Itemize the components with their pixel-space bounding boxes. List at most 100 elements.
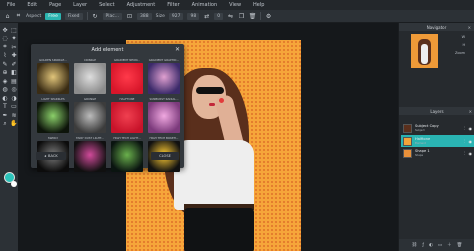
pencil-tool-icon[interactable]: ✐	[10, 60, 18, 69]
element-item[interactable]: GRADIENT GRAPHIC...	[147, 58, 181, 94]
layer-options-icon[interactable]: ⋮	[463, 151, 467, 155]
lollipop	[219, 98, 224, 103]
navigator-info: W H Zoom	[455, 35, 465, 55]
lasso-tool-icon[interactable]: ◌	[1, 35, 9, 44]
menu-help[interactable]: Help	[253, 0, 264, 10]
menu-edit[interactable]: Edit	[27, 0, 37, 10]
menu-page[interactable]: Page	[49, 0, 61, 10]
clone-tool-icon[interactable]: ⊕	[1, 69, 9, 78]
rotation-input[interactable]: 0	[214, 12, 224, 20]
navigator-thumbnail[interactable]	[411, 34, 438, 68]
layer-row[interactable]: Halftone Element ⋮ ◉	[401, 135, 474, 147]
aspect-fixed-button[interactable]: Fixed	[64, 12, 83, 20]
cut-tool-icon[interactable]: ✂	[10, 43, 18, 52]
toolbar-divider-2	[260, 12, 262, 20]
text-tool-icon[interactable]: T	[1, 103, 9, 112]
menu-view[interactable]: View	[229, 0, 241, 10]
layer-options-icon[interactable]: ⋮	[463, 126, 467, 130]
layer-row[interactable]: Subject Copy Subject ⋮ ◉	[401, 122, 474, 134]
element-item[interactable]: GRADIENT NEON...	[110, 58, 144, 94]
subject-skirt	[184, 208, 254, 251]
layers-title: Layers	[430, 108, 444, 114]
menu-adjustment[interactable]: Adjustment	[127, 0, 156, 10]
size-label: Size	[155, 13, 165, 19]
magic-wand-icon[interactable]: ✦	[10, 35, 18, 44]
mask-icon[interactable]: ◐	[429, 243, 433, 248]
lock-ratio-icon[interactable]: ⊡	[126, 13, 133, 20]
dialog-footer: ◂ BACK CLOSE	[36, 152, 179, 162]
menu-select[interactable]: Select	[99, 0, 114, 10]
toolbar-divider	[86, 12, 88, 20]
folder-icon[interactable]: ▭	[438, 243, 442, 248]
layer-type: Element	[415, 141, 426, 145]
burn-tool-icon[interactable]: ◑	[10, 94, 18, 103]
element-item[interactable]: LIGHT SPARKLES	[36, 97, 70, 133]
element-thumbnail	[74, 63, 106, 94]
liquify-tool-icon[interactable]: ≋	[10, 111, 18, 120]
element-item-label: SWIRLY	[47, 136, 59, 140]
options-toolbar: ⌂ ⌗ Aspect Free Fixed ↻ Plac... ⊡ 388 Si…	[0, 10, 474, 23]
add-element-dialog: Add element ✕ GOLDEN SPARKLE... CRINKLE GR…	[31, 44, 184, 172]
eye-icon[interactable]: ◉	[469, 126, 473, 131]
move-tool-icon[interactable]: ✥	[1, 26, 9, 35]
placement-select[interactable]: Plac...	[102, 12, 123, 20]
layer-row[interactable]: Shape 1 Shape ⋮ ◉	[401, 147, 474, 159]
rotate-icon[interactable]: ↻	[92, 13, 99, 20]
dialog-title: Add element	[91, 47, 124, 53]
element-item[interactable]: SUNBURST RADIAL...	[147, 97, 181, 133]
link-icon[interactable]: ⛓	[412, 243, 418, 248]
zoom-tool-icon[interactable]: ⌕	[1, 120, 9, 129]
blur-tool-icon[interactable]: ◍	[1, 86, 9, 95]
sponge-tool-icon[interactable]: ◎	[10, 86, 18, 95]
right-panel: Navigator ✕ W H Zoom Layers ✕ Subject Co…	[398, 23, 474, 251]
layer-thumbnail	[403, 148, 412, 158]
trash-icon[interactable]: 🗑	[249, 13, 257, 20]
fill-tool-icon[interactable]: ◈	[1, 77, 9, 86]
height-input[interactable]: 927	[168, 12, 184, 20]
element-item[interactable]: GRUNGE	[73, 97, 107, 133]
select-tool-icon[interactable]: ⬚	[10, 26, 18, 35]
navigator-header: Navigator ✕	[399, 23, 474, 31]
shape-tool-icon[interactable]: ▭	[10, 103, 18, 112]
menu-bar: File Edit Page Layer Select Adjustment F…	[0, 0, 474, 10]
back-button[interactable]: ◂ BACK	[36, 152, 66, 160]
close-icon[interactable]: ✕	[175, 46, 180, 53]
eraser-tool-icon[interactable]: ◧	[10, 69, 18, 78]
menu-filter[interactable]: Filter	[167, 0, 179, 10]
delete-layer-icon[interactable]: 🗑	[457, 243, 463, 248]
element-item[interactable]: CRINKLE	[73, 58, 107, 94]
crop-icon[interactable]: ⌗	[15, 12, 22, 20]
layer-options-icon[interactable]: ⋮	[463, 139, 467, 143]
element-item-label: GRADIENT GRAPHIC...	[148, 58, 180, 62]
eyedropper-icon[interactable]: ⌇	[1, 52, 9, 61]
fx-icon[interactable]: ƒ	[422, 243, 424, 248]
element-item-label: HIGH TECH LIGHT...	[113, 136, 141, 140]
eye-icon[interactable]: ◉	[469, 151, 473, 156]
pen-tool-icon[interactable]: ✒	[1, 111, 9, 120]
layers-collapse-icon[interactable]: ✕	[469, 109, 472, 114]
brush-tool-icon[interactable]: ✎	[1, 60, 9, 69]
home-icon[interactable]: ⌂	[4, 13, 11, 20]
background-color-swatch[interactable]	[11, 181, 17, 187]
position-input[interactable]: 98	[187, 12, 200, 20]
menu-file[interactable]: File	[7, 0, 15, 10]
heal-tool-icon[interactable]: ✚	[10, 52, 18, 61]
close-button[interactable]: CLOSE	[151, 152, 179, 160]
swap-icon[interactable]: ⇄	[203, 13, 210, 20]
element-item[interactable]: GOLDEN SPARKLE...	[36, 58, 70, 94]
eye-icon[interactable]: ◉	[469, 139, 473, 144]
menu-layer[interactable]: Layer	[73, 0, 87, 10]
hand-tool-icon[interactable]: ✋	[10, 120, 18, 129]
element-item[interactable]: HALFTONE	[110, 97, 144, 133]
flip-icon[interactable]: ⇋	[227, 13, 234, 20]
aspect-free-button[interactable]: Free	[45, 12, 61, 20]
settings-icon[interactable]: ⚙	[265, 13, 272, 20]
new-layer-icon[interactable]: ＋	[447, 242, 452, 248]
navigator-collapse-icon[interactable]: ✕	[468, 25, 471, 30]
gradient-tool-icon[interactable]: ▤	[10, 77, 18, 86]
copy-icon[interactable]: ❐	[238, 13, 245, 20]
width-input[interactable]: 388	[137, 12, 152, 20]
dodge-tool-icon[interactable]: ◐	[1, 94, 9, 103]
menu-animation[interactable]: Animation	[192, 0, 218, 10]
crop-tool-icon[interactable]: ⌗	[1, 43, 9, 52]
